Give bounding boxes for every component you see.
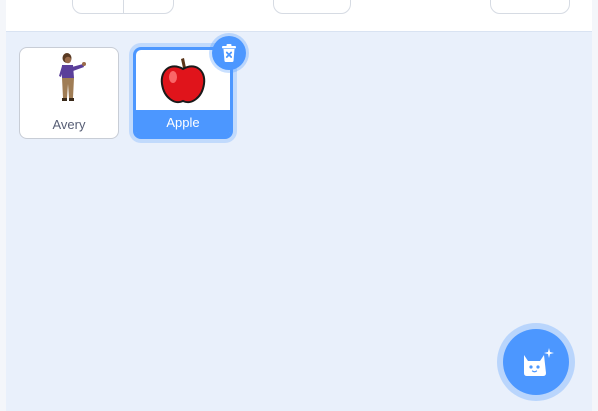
cat-sparkle-icon	[524, 348, 554, 376]
direction-toggle-group[interactable]	[72, 0, 174, 14]
avery-figure-icon	[59, 53, 86, 101]
choose-sprite-button[interactable]	[503, 329, 569, 395]
delete-sprite-button[interactable]	[212, 36, 246, 70]
sprite-editor-frame: Avery Apple	[0, 0, 598, 411]
size-field[interactable]	[273, 0, 351, 14]
right-border	[592, 0, 598, 411]
sprite-name-label: Apple	[136, 110, 230, 136]
sprite-info-panel	[0, 0, 598, 32]
apple-icon	[160, 58, 206, 103]
direction-field[interactable]	[490, 0, 570, 14]
sprite-name-label: Avery	[52, 117, 86, 132]
sprite-tile-avery[interactable]: Avery	[19, 47, 119, 139]
trash-icon	[222, 44, 236, 62]
sprite-tile-apple[interactable]: Apple	[133, 36, 246, 139]
sprite-thumbnail	[20, 48, 118, 110]
